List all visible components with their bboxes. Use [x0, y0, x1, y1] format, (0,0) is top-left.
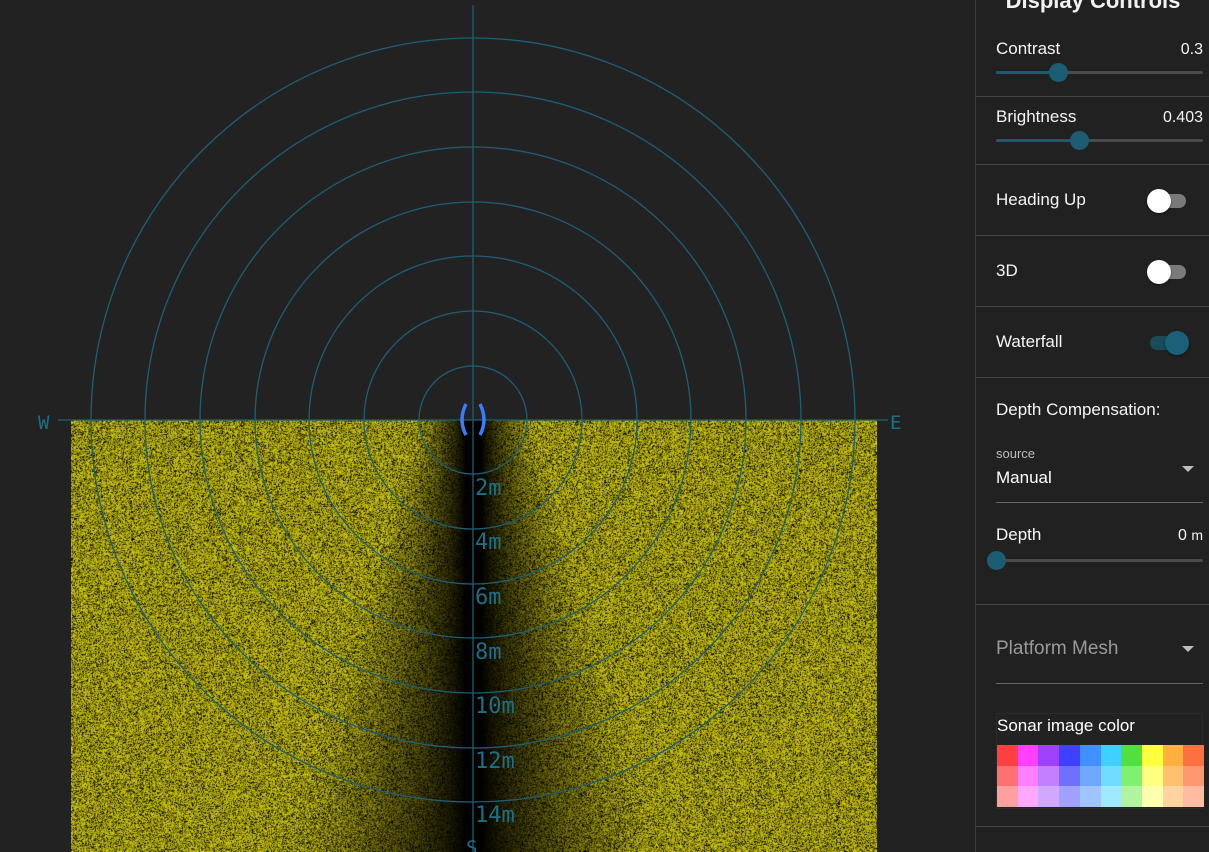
- waterfall-toggle[interactable]: [1147, 329, 1189, 355]
- slider-thumb[interactable]: [1049, 63, 1069, 82]
- toggle-thumb: [1165, 331, 1189, 355]
- color-swatch[interactable]: [997, 745, 1018, 766]
- source-select-value: Manual: [996, 468, 1052, 487]
- range-label: 12m: [475, 749, 515, 774]
- chevron-down-icon: [1182, 646, 1194, 652]
- color-swatch[interactable]: [1017, 745, 1039, 766]
- color-swatch[interactable]: [1162, 745, 1184, 766]
- color-swatch[interactable]: [1079, 765, 1101, 787]
- slider-thumb[interactable]: [1070, 131, 1090, 150]
- color-swatch[interactable]: [1079, 745, 1101, 766]
- heading-up-label: Heading Up: [996, 190, 1086, 209]
- depth-slider[interactable]: [987, 551, 1203, 570]
- three-d-row: 3D: [976, 235, 1209, 307]
- color-swatch[interactable]: [1183, 765, 1204, 787]
- color-swatch[interactable]: [1100, 745, 1122, 766]
- color-swatch[interactable]: [1162, 765, 1184, 787]
- range-label: 10m: [475, 694, 515, 719]
- three-d-toggle[interactable]: [1147, 258, 1189, 284]
- slider-fill: [996, 139, 1080, 142]
- range-label: 6m: [475, 585, 502, 610]
- range-label: 8m: [475, 640, 502, 665]
- color-swatch[interactable]: [1100, 786, 1122, 807]
- depth-compensation-label: Depth Compensation:: [996, 400, 1161, 419]
- color-swatch[interactable]: [1059, 765, 1080, 787]
- select-underline: [996, 683, 1203, 684]
- range-label: 2m: [475, 476, 502, 501]
- color-swatch[interactable]: [1017, 786, 1039, 807]
- color-swatch[interactable]: [1079, 786, 1101, 807]
- slider-thumb[interactable]: [987, 551, 1006, 570]
- color-swatch[interactable]: [1121, 786, 1142, 807]
- source-select-label: source: [996, 446, 1036, 461]
- west-label: W: [38, 412, 50, 434]
- contrast-label: Contrast: [996, 39, 1061, 58]
- platform-mesh-label: Platform Mesh: [996, 638, 1119, 659]
- color-swatch[interactable]: [997, 765, 1018, 787]
- color-swatch[interactable]: [1038, 786, 1060, 807]
- chevron-down-icon: [1182, 466, 1194, 472]
- color-swatch-grid: [997, 745, 1204, 807]
- brightness-control: Brightness 0.403: [976, 96, 1209, 165]
- brightness-slider[interactable]: [996, 131, 1203, 150]
- contrast-control: Contrast 0.3: [976, 0, 1209, 97]
- contrast-slider[interactable]: [996, 63, 1203, 82]
- divider: [976, 826, 1209, 827]
- brightness-label: Brightness: [996, 107, 1077, 126]
- brightness-value: 0.403: [1162, 109, 1203, 126]
- waterfall-label: Waterfall: [996, 332, 1063, 351]
- color-swatch[interactable]: [1059, 745, 1080, 766]
- heading-up-toggle[interactable]: [1147, 187, 1189, 213]
- select-underline: [996, 502, 1203, 503]
- depth-compensation-section: Depth Compensation: source Manual Depth …: [976, 377, 1209, 605]
- range-label: 4m: [475, 530, 502, 555]
- south-label: S: [466, 837, 477, 852]
- depth-unit: m: [1191, 527, 1203, 543]
- color-swatch[interactable]: [1183, 786, 1204, 807]
- color-swatch[interactable]: [1038, 745, 1060, 766]
- east-label: E: [890, 412, 901, 434]
- toggle-thumb: [1147, 189, 1171, 213]
- platform-mesh-select[interactable]: Platform Mesh: [976, 604, 1209, 684]
- contrast-value: 0.3: [1180, 41, 1203, 58]
- depth-label: Depth: [996, 525, 1042, 544]
- depth-value: 0: [1177, 527, 1187, 544]
- sonar-color-picker: Sonar image color: [996, 713, 1204, 809]
- color-swatch[interactable]: [1162, 786, 1184, 807]
- color-swatch[interactable]: [1059, 786, 1080, 807]
- color-swatch[interactable]: [1017, 765, 1039, 787]
- display-controls-panel: Display Controls Contrast 0.3 Brightness…: [975, 0, 1209, 852]
- heading-up-row: Heading Up: [976, 164, 1209, 236]
- sonar-grid-overlay: W E S 2m 4m 6m 8m 10m 12m 14m: [38, 5, 901, 852]
- depth-readout: 0 m: [1178, 527, 1203, 545]
- color-swatch[interactable]: [1183, 745, 1204, 766]
- three-d-label: 3D: [996, 261, 1018, 280]
- color-swatch[interactable]: [1141, 786, 1163, 807]
- color-swatch[interactable]: [1141, 765, 1163, 787]
- color-swatch[interactable]: [1121, 745, 1142, 766]
- color-swatch[interactable]: [1100, 765, 1122, 787]
- sonar-display[interactable]: W E S 2m 4m 6m 8m 10m 12m 14m: [0, 0, 975, 852]
- color-swatch[interactable]: [1121, 765, 1142, 787]
- range-label: 14m: [475, 803, 515, 828]
- sonar-color-label: Sonar image color: [997, 716, 1135, 735]
- source-select[interactable]: source Manual: [976, 443, 1209, 503]
- waterfall-row: Waterfall: [976, 306, 1209, 378]
- color-swatch[interactable]: [997, 786, 1018, 807]
- color-swatch[interactable]: [1038, 765, 1060, 787]
- color-swatch[interactable]: [1141, 745, 1163, 766]
- toggle-thumb: [1147, 260, 1171, 284]
